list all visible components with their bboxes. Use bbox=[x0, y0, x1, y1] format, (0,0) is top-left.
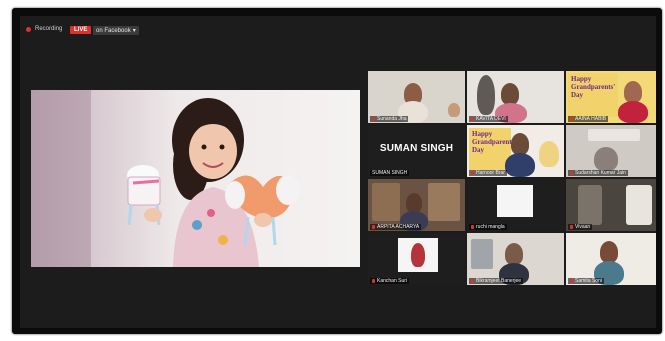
mic-muted-icon bbox=[570, 117, 573, 121]
participant-tile[interactable]: ARPITA ACHARYA bbox=[368, 179, 465, 231]
participant-name: Sudarshan Kumar Jain bbox=[568, 170, 628, 176]
participant-tile[interactable]: Happy Grandparents' Day Harnoor Brar bbox=[467, 125, 564, 177]
participant-name: Kanchan Suri bbox=[370, 278, 410, 284]
participant-tile[interactable]: Samita Soni bbox=[566, 233, 656, 285]
record-icon bbox=[26, 26, 31, 32]
mic-muted-icon bbox=[570, 279, 573, 283]
participant-grid: Sunanda Jha KAVITA DEVI Happy Grandparen… bbox=[368, 71, 656, 287]
child-with-craft-image bbox=[127, 98, 300, 267]
participant-name: Harnoor Brar bbox=[469, 170, 507, 176]
participant-name: AAINA HABIB bbox=[568, 116, 609, 122]
participant-tile[interactable]: KAVITA DEVI bbox=[467, 71, 564, 123]
participant-tile[interactable]: Happy Grandparents' Day AAINA HABIB bbox=[566, 71, 656, 123]
wall-shadow bbox=[31, 90, 91, 267]
video-placeholder bbox=[497, 185, 533, 217]
participant-tile[interactable]: Bikramjeet Banerjee bbox=[467, 233, 564, 285]
live-badge: LIVE bbox=[70, 26, 92, 34]
top-bar: Recording LIVE on Facebook ▾ bbox=[20, 16, 656, 46]
recording-indicator[interactable]: Recording bbox=[26, 26, 62, 32]
participant-tile[interactable]: ruchi mangla bbox=[467, 179, 564, 231]
live-destination-dropdown[interactable]: on Facebook ▾ bbox=[93, 26, 139, 35]
chevron-down-icon: ▾ bbox=[132, 28, 136, 34]
participant-tile[interactable]: Kanchan Suri bbox=[368, 233, 465, 285]
participant-name: Vivaan bbox=[568, 224, 593, 230]
mic-muted-icon bbox=[570, 225, 573, 229]
greeting-card: Happy Grandparents' Day bbox=[568, 73, 618, 117]
mic-muted-icon bbox=[372, 279, 375, 283]
mic-muted-icon bbox=[471, 117, 474, 121]
participant-name: KAVITA DEVI bbox=[469, 116, 508, 122]
participant-name: ARPITA ACHARYA bbox=[370, 224, 422, 230]
participant-tile[interactable]: Sudarshan Kumar Jain bbox=[566, 125, 656, 177]
participant-name: SUMAN SINGH bbox=[370, 170, 410, 176]
participant-tile[interactable]: Sunanda Jha bbox=[368, 71, 465, 123]
meeting-window: Recording LIVE on Facebook ▾ Sunanda Jha… bbox=[20, 16, 656, 328]
live-destination-label: on Facebook bbox=[96, 27, 131, 34]
participant-tile[interactable]: Vivaan bbox=[566, 179, 656, 231]
mic-muted-icon bbox=[570, 171, 573, 175]
mic-muted-icon bbox=[471, 279, 474, 283]
participant-tile[interactable]: SUMAN SINGH SUMAN SINGH bbox=[368, 125, 465, 177]
mic-muted-icon bbox=[471, 171, 474, 175]
mic-muted-icon bbox=[471, 225, 474, 229]
active-speaker-video[interactable] bbox=[31, 90, 360, 267]
participant-name: ruchi mangla bbox=[469, 224, 507, 230]
recording-label: Recording bbox=[35, 26, 63, 32]
participant-display-name: SUMAN SINGH bbox=[379, 143, 454, 154]
participant-name: Sunanda Jha bbox=[370, 116, 409, 122]
participant-name: Samita Soni bbox=[568, 278, 604, 284]
mic-muted-icon bbox=[372, 117, 375, 121]
participant-name: Bikramjeet Banerjee bbox=[469, 278, 524, 284]
mic-muted-icon bbox=[372, 225, 375, 229]
